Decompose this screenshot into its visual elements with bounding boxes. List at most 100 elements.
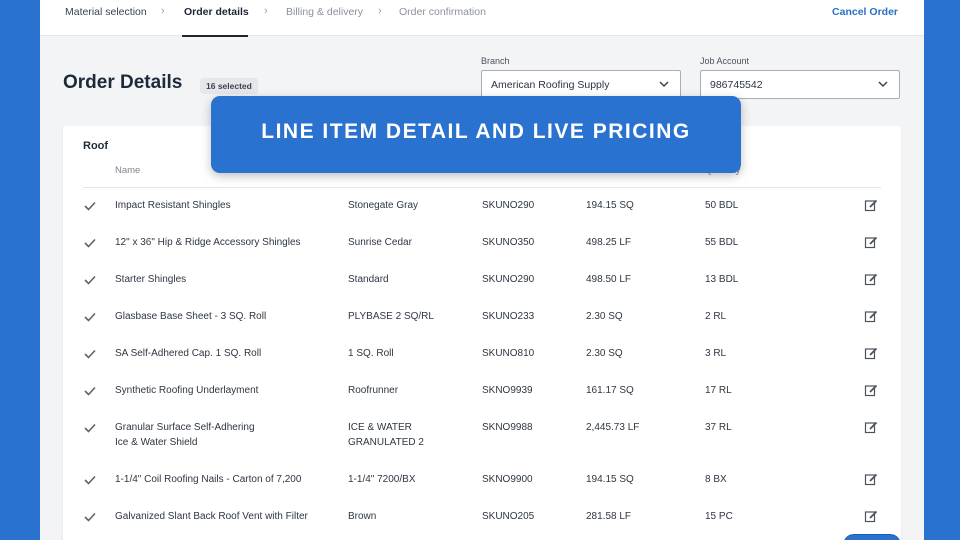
table-row: Starter Shingles Standard SKUNO290 498.5… bbox=[63, 272, 901, 302]
item-name: Granular Surface Self-Adhering bbox=[115, 422, 255, 433]
edit-icon[interactable] bbox=[864, 346, 878, 360]
table-row: Impact Resistant Shingles Stonegate Gray… bbox=[63, 198, 901, 228]
checkmark-icon bbox=[84, 386, 96, 396]
primary-action-button[interactable] bbox=[843, 534, 901, 540]
item-variant: Roofrunner bbox=[348, 385, 399, 396]
table-row: 12" x 36" Hip & Ridge Accessory Shingles… bbox=[63, 235, 901, 265]
chevron-right-icon: › bbox=[378, 5, 382, 17]
item-name: SA Self-Adhered Cap. 1 SQ. Roll bbox=[115, 348, 262, 359]
item-variant: Stonegate Gray bbox=[348, 200, 419, 211]
item-measurement: 498.50 LF bbox=[586, 274, 632, 285]
item-variant: Brown bbox=[348, 511, 377, 522]
section-title: Roof bbox=[83, 140, 109, 152]
branch-label: Branch bbox=[481, 56, 510, 66]
item-measurement: 161.17 SQ bbox=[586, 385, 634, 396]
table-row: Synthetic Roofing Underlayment Roofrunne… bbox=[63, 383, 901, 413]
step-billing-delivery[interactable]: Billing & delivery bbox=[286, 6, 363, 18]
item-measurement: 281.58 LF bbox=[586, 511, 632, 522]
item-measurement: 194.15 SQ bbox=[586, 474, 634, 485]
item-quantity: 3 RL bbox=[705, 348, 727, 359]
edit-icon[interactable] bbox=[864, 472, 878, 486]
table-row: Granular Surface Self-Adhering Ice & Wat… bbox=[63, 420, 901, 465]
job-account-value: 986745542 bbox=[710, 79, 763, 91]
item-quantity: 13 BDL bbox=[705, 274, 739, 285]
item-variant: 1 SQ. Roll bbox=[348, 348, 394, 359]
item-quantity: 50 BDL bbox=[705, 200, 739, 211]
item-sku: SKUNO233 bbox=[482, 311, 535, 322]
item-measurement: 2,445.73 LF bbox=[586, 422, 640, 433]
step-order-confirmation[interactable]: Order confirmation bbox=[399, 6, 486, 18]
table-row: 1-1/4" Coil Roofing Nails - Carton of 7,… bbox=[63, 472, 901, 502]
checkmark-icon bbox=[84, 423, 96, 433]
item-name: 12" x 36" Hip & Ridge Accessory Shingles bbox=[115, 237, 301, 248]
edit-icon[interactable] bbox=[864, 272, 878, 286]
item-measurement: 498.25 LF bbox=[586, 237, 632, 248]
item-name: Galvanized Slant Back Roof Vent with Fil… bbox=[115, 511, 308, 522]
column-header-name: Name bbox=[115, 165, 141, 176]
item-variant: ICE & WATER bbox=[348, 422, 412, 433]
item-variant: 1-1/4" 7200/BX bbox=[348, 474, 416, 485]
feature-callout-banner: LINE ITEM DETAIL AND LIVE PRICING bbox=[211, 96, 741, 173]
item-name: Glasbase Base Sheet - 3 SQ. Roll bbox=[115, 311, 267, 322]
edit-icon[interactable] bbox=[864, 309, 878, 323]
job-account-label: Job Account bbox=[700, 56, 750, 66]
edit-icon[interactable] bbox=[864, 198, 878, 212]
cancel-order-button[interactable]: Cancel Order bbox=[832, 6, 898, 18]
page-title: Order Details bbox=[63, 72, 183, 93]
item-measurement: 2.30 SQ bbox=[586, 311, 623, 322]
item-quantity: 8 BX bbox=[705, 474, 727, 485]
item-variant: Standard bbox=[348, 274, 389, 285]
chevron-right-icon: › bbox=[161, 5, 165, 17]
item-sku: SKUNO290 bbox=[482, 274, 535, 285]
checkmark-icon bbox=[84, 275, 96, 285]
edit-icon[interactable] bbox=[864, 420, 878, 434]
item-sku: SKUNO350 bbox=[482, 237, 535, 248]
step-order-details[interactable]: Order details bbox=[184, 6, 249, 18]
item-quantity: 55 BDL bbox=[705, 237, 739, 248]
item-name: Synthetic Roofing Underlayment bbox=[115, 385, 259, 396]
table-row: SA Self-Adhered Cap. 1 SQ. Roll 1 SQ. Ro… bbox=[63, 346, 901, 376]
item-quantity: 17 RL bbox=[705, 385, 732, 396]
item-name-line-2: Ice & Water Shield bbox=[115, 437, 198, 448]
edit-icon[interactable] bbox=[864, 235, 878, 249]
item-measurement: 194.15 SQ bbox=[586, 200, 634, 211]
edit-icon[interactable] bbox=[864, 383, 878, 397]
active-step-indicator bbox=[182, 35, 248, 37]
item-variant: Sunrise Cedar bbox=[348, 237, 412, 248]
item-variant-line-2: GRANULATED 2 bbox=[348, 437, 424, 448]
roof-section-card: Roof Name Color/Variant SKU Measurements… bbox=[63, 126, 901, 540]
item-quantity: 37 RL bbox=[705, 422, 732, 433]
chevron-down-icon bbox=[659, 81, 669, 88]
item-variant: PLYBASE 2 SQ/RL bbox=[348, 311, 434, 322]
item-quantity: 15 PC bbox=[705, 511, 733, 522]
table-row: Galvanized Slant Back Roof Vent with Fil… bbox=[63, 509, 901, 539]
item-sku: SKUNO810 bbox=[482, 348, 535, 359]
table-header-divider bbox=[83, 187, 881, 188]
stepper-bar: Material selection › Order details › Bil… bbox=[40, 0, 924, 37]
checkmark-icon bbox=[84, 201, 96, 211]
item-name: 1-1/4" Coil Roofing Nails - Carton of 7,… bbox=[115, 474, 302, 485]
chevron-down-icon bbox=[878, 81, 888, 88]
item-measurement: 2.30 SQ bbox=[586, 348, 623, 359]
item-sku: SKUNO205 bbox=[482, 511, 535, 522]
checkmark-icon bbox=[84, 312, 96, 322]
selected-count-badge: 16 selected bbox=[200, 78, 258, 94]
job-account-select[interactable]: 986745542 bbox=[700, 70, 900, 99]
item-sku: SKNO9900 bbox=[482, 474, 533, 485]
checkmark-icon bbox=[84, 475, 96, 485]
item-sku: SKNO9939 bbox=[482, 385, 533, 396]
order-app: Material selection › Order details › Bil… bbox=[40, 0, 924, 540]
table-row: Glasbase Base Sheet - 3 SQ. Roll PLYBASE… bbox=[63, 309, 901, 339]
branch-value: American Roofing Supply bbox=[491, 79, 610, 91]
item-sku: SKUNO290 bbox=[482, 200, 535, 211]
checkmark-icon bbox=[84, 238, 96, 248]
edit-icon[interactable] bbox=[864, 509, 878, 523]
item-sku: SKNO9988 bbox=[482, 422, 533, 433]
chevron-right-icon: › bbox=[264, 5, 268, 17]
item-quantity: 2 RL bbox=[705, 311, 727, 322]
item-name: Starter Shingles bbox=[115, 274, 187, 285]
branch-select[interactable]: American Roofing Supply bbox=[481, 70, 681, 99]
checkmark-icon bbox=[84, 349, 96, 359]
step-material-selection[interactable]: Material selection bbox=[65, 6, 147, 18]
item-name: Impact Resistant Shingles bbox=[115, 200, 231, 211]
